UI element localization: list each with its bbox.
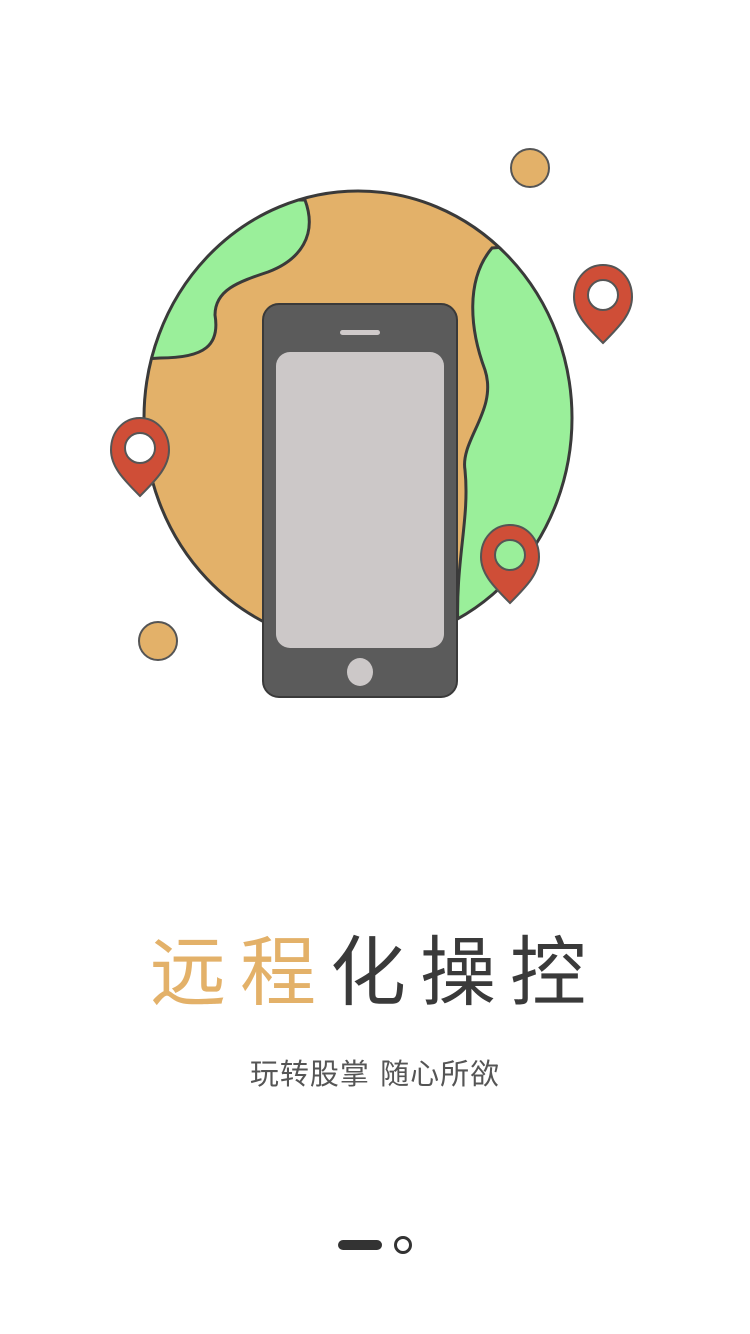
title-accent: 远程	[150, 928, 330, 1017]
page-subtitle: 玩转股掌 随心所欲	[249, 1057, 501, 1091]
onboarding-illustration	[109, 148, 634, 698]
page-indicator-dot[interactable]	[394, 1236, 412, 1254]
page-indicator	[0, 1234, 750, 1256]
page-title: 远程化操控	[0, 918, 750, 1028]
title-rest: 化操控	[330, 928, 600, 1017]
location-pin-icon	[572, 263, 634, 345]
smartphone-icon	[262, 303, 458, 698]
page-indicator-dot-active[interactable]	[338, 1240, 382, 1250]
decor-dot-bottom	[138, 621, 178, 661]
decor-dot-top	[510, 148, 550, 188]
